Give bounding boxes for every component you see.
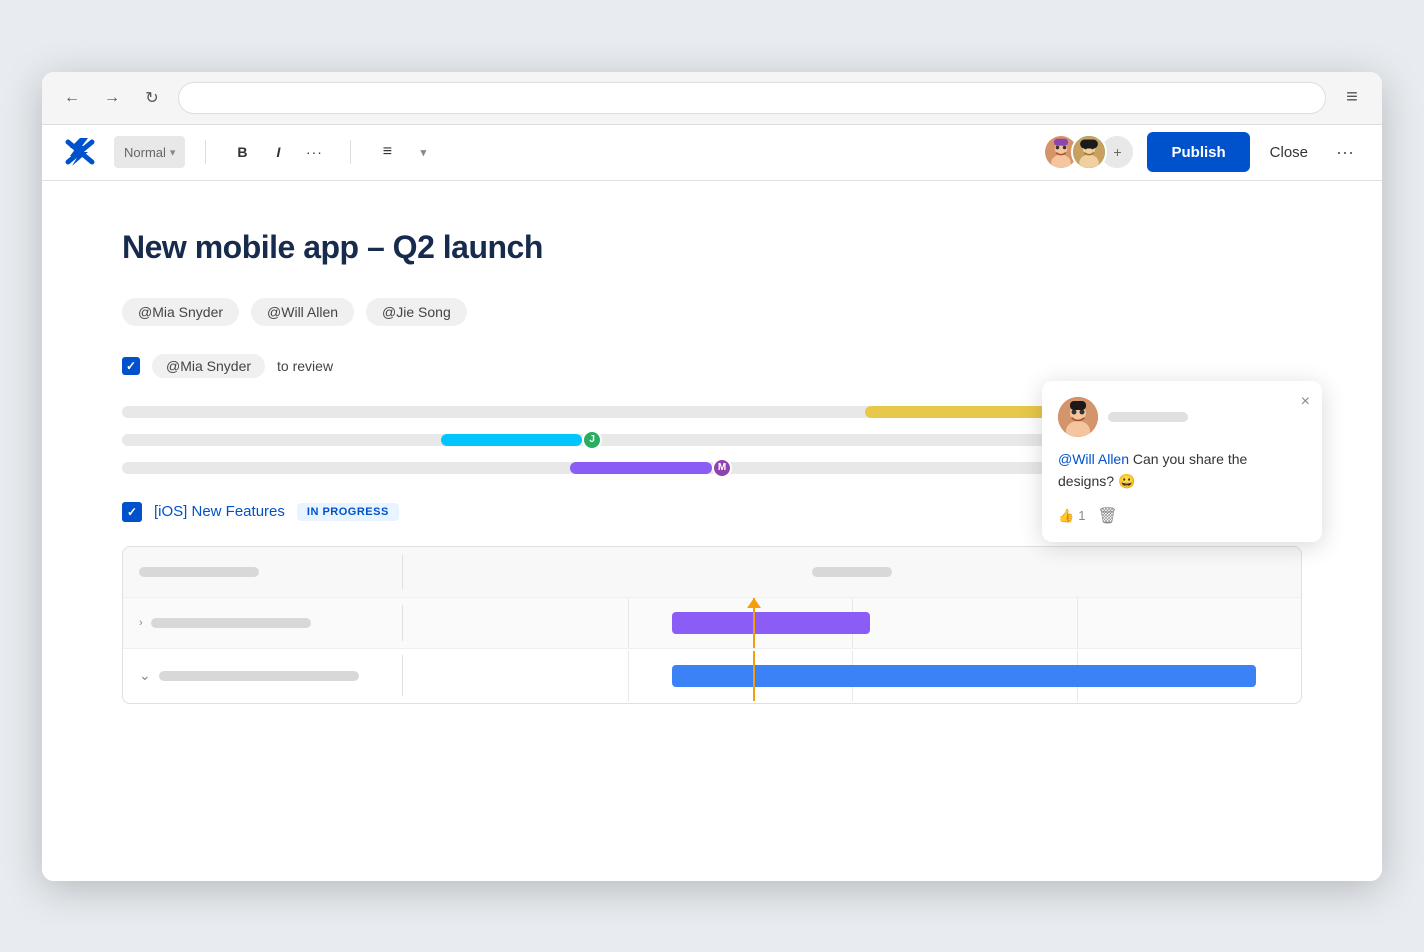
timeline-marker-row3	[753, 651, 755, 701]
align-button[interactable]: ≡	[371, 136, 403, 168]
format-dropdown-label: Normal	[124, 145, 166, 160]
gantt-table: › ⌄	[122, 546, 1302, 704]
comment-name-bar	[1108, 412, 1188, 422]
gantt-row-2-chart	[403, 598, 1301, 648]
gantt-row-2-label: ›	[123, 605, 403, 641]
align-dropdown-button[interactable]: ▾	[407, 136, 439, 168]
browser-menu-button[interactable]: ≡	[1338, 84, 1366, 112]
page-title: New mobile app – Q2 launch	[122, 229, 1302, 266]
task-text: to review	[277, 358, 333, 374]
avatar-stack: +	[1043, 134, 1135, 170]
comment-header	[1058, 397, 1306, 437]
delete-icon: 🗑	[1097, 508, 1117, 525]
comment-close-button[interactable]: ×	[1301, 393, 1310, 411]
more-options-button[interactable]: ···	[1328, 138, 1362, 167]
bold-button[interactable]: B	[226, 136, 258, 168]
browser-window: ← → ↻ ≡ Normal ▾ B I ··· ≡	[42, 72, 1382, 881]
task-mention[interactable]: @Mia Snyder	[152, 354, 265, 378]
gantt-bar-purple	[672, 612, 870, 634]
like-icon: 👍	[1058, 508, 1074, 524]
italic-button[interactable]: I	[262, 136, 294, 168]
gantt-header-label-cell	[123, 555, 403, 589]
expand-icon-row3[interactable]: ⌄	[139, 667, 151, 684]
comment-delete-button[interactable]: 🗑	[1097, 506, 1117, 526]
more-format-button[interactable]: ···	[298, 136, 330, 168]
gantt-row-3-chart	[403, 651, 1301, 701]
feature-label[interactable]: [iOS] New Features	[154, 503, 285, 520]
main-content: New mobile app – Q2 launch @Mia Snyder @…	[42, 181, 1382, 881]
mention-tags: @Mia Snyder @Will Allen @Jie Song	[122, 298, 1302, 326]
gantt-row-3: ⌄	[123, 649, 1301, 703]
gantt-header-right-bar	[812, 567, 892, 577]
feature-badge: IN PROGRESS	[297, 503, 399, 521]
comment-mention[interactable]: @Will Allen	[1058, 451, 1129, 467]
avatar-user-j	[1071, 134, 1107, 170]
publish-button[interactable]: Publish	[1147, 132, 1249, 172]
comment-avatar	[1058, 397, 1098, 437]
gantt-header-row	[123, 547, 1301, 598]
expand-icon-row2[interactable]: ›	[139, 617, 143, 629]
mention-tag-will[interactable]: @Will Allen	[251, 298, 354, 326]
back-button[interactable]: ←	[58, 84, 86, 112]
timeline-marker	[753, 598, 755, 648]
gantt-bar-blue	[672, 665, 1256, 687]
dropdown-arrow-icon: ▾	[170, 146, 176, 159]
forward-button[interactable]: →	[98, 84, 126, 112]
format-dropdown[interactable]: Normal ▾	[114, 136, 185, 168]
app-toolbar: Normal ▾ B I ··· ≡ ▾	[42, 125, 1382, 181]
gantt-row-2-label-bar	[151, 618, 311, 628]
timeline-avatar-j: J	[582, 430, 602, 450]
reload-button[interactable]: ↻	[138, 84, 166, 112]
timeline-bar-purple	[570, 462, 712, 474]
app-logo	[62, 134, 98, 170]
mention-tag-jie[interactable]: @Jie Song	[366, 298, 467, 326]
url-bar[interactable]	[178, 82, 1326, 114]
comment-actions: 👍 1 🗑	[1058, 506, 1306, 526]
timeline-marker-head	[747, 598, 761, 608]
comment-emoji-char: 😀	[1118, 473, 1135, 489]
gantt-header-label-bar	[139, 567, 259, 577]
close-button[interactable]: Close	[1262, 136, 1316, 169]
col-line-4	[628, 651, 629, 701]
gantt-row-3-label-bar	[159, 671, 359, 681]
timeline-avatar-m: M	[712, 458, 732, 478]
comment-like-button[interactable]: 👍 1	[1058, 508, 1085, 524]
comment-popup: × @Will Allen Can you	[1042, 381, 1322, 542]
like-count: 1	[1078, 508, 1085, 523]
toolbar-right: + Publish Close ···	[1043, 132, 1362, 172]
format-group: B I ···	[226, 136, 330, 168]
align-group: ≡ ▾	[371, 136, 439, 168]
gantt-row-3-label: ⌄	[123, 655, 403, 696]
task-checkbox[interactable]	[122, 357, 140, 375]
col-line-1	[628, 598, 629, 648]
col-line-3	[1077, 598, 1078, 648]
task-row: @Mia Snyder to review	[122, 354, 1302, 378]
gantt-row-2: ›	[123, 598, 1301, 649]
toolbar-divider-2	[350, 140, 351, 164]
mention-tag-mia[interactable]: @Mia Snyder	[122, 298, 239, 326]
comment-body: @Will Allen Can you share the designs? 😀	[1058, 449, 1306, 494]
gantt-header-chart	[403, 547, 1301, 597]
toolbar-divider-1	[205, 140, 206, 164]
timeline-bar-cyan	[441, 434, 583, 446]
browser-chrome: ← → ↻ ≡	[42, 72, 1382, 125]
feature-checkbox[interactable]	[122, 502, 142, 522]
